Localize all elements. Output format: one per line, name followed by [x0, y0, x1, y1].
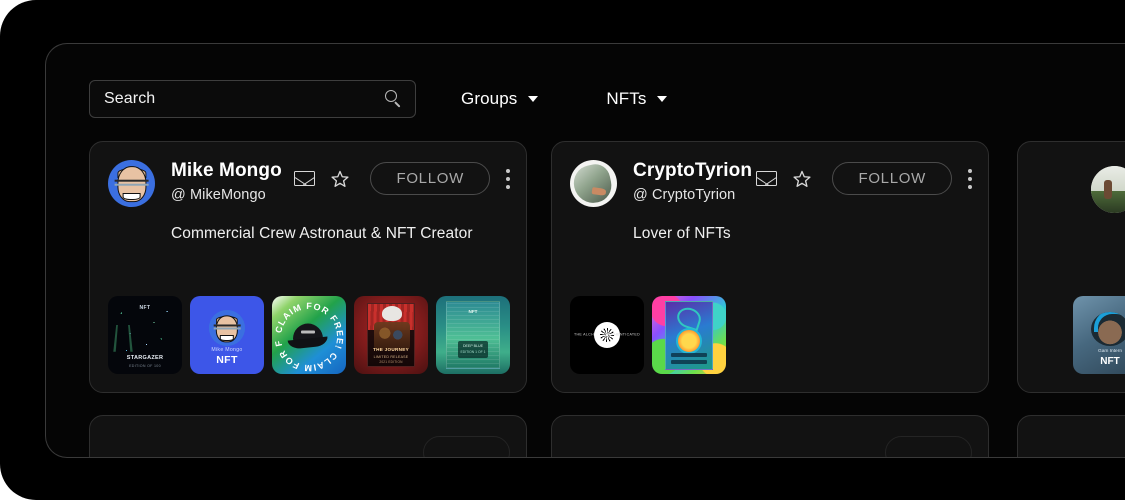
nft-thumbnail-psychedelic-poster[interactable]: [652, 296, 726, 374]
filter-nfts-label: NFTs: [606, 89, 647, 108]
nft-subcaption: EDITION OF 100: [129, 364, 161, 368]
nft-thumbnail-headphones[interactable]: Gam Intern NFT: [1073, 296, 1125, 374]
follow-button[interactable]: [885, 436, 972, 457]
nft-line3: 2021 EDITION: [379, 360, 403, 364]
nft-label: NFT: [139, 305, 151, 311]
nft-avatar-art: [209, 310, 245, 346]
nft-title: THE JOURNEY: [373, 347, 409, 352]
nft-line2: NFT: [216, 354, 238, 366]
nft-thumbnail-black-badge[interactable]: THE ALCHEMIST AUTHENTICATED: [570, 296, 644, 374]
envelope-icon[interactable]: [294, 171, 316, 186]
nft-line1: Mike Mongo: [211, 347, 243, 353]
profile-bio: Lover of NFTs: [633, 225, 731, 242]
nft-line2: LIMITED RELEASE: [373, 355, 409, 359]
profile-card-grid: Mike Mongo @ MikeMongo FOLLOW Commercial…: [89, 141, 1125, 393]
chevron-down-icon: [528, 96, 539, 102]
profile-card[interactable]: [89, 415, 527, 457]
profile-card-actions: FOLLOW: [756, 162, 972, 195]
profile-bio: Commercial Crew Astronaut & NFT Creator: [171, 225, 473, 242]
search-input-value: Search: [104, 90, 156, 107]
nft-line1: Gam Intern: [1098, 349, 1122, 354]
filter-groups[interactable]: Groups: [461, 89, 539, 109]
avatar[interactable]: [108, 160, 155, 207]
profile-identity: Mike Mongo @ MikeMongo: [171, 158, 282, 203]
nft-line2: NFT: [1100, 356, 1120, 367]
nft-thumbnail-space-poster[interactable]: NFT STARGAZER EDITION OF 100: [108, 296, 182, 374]
avatar[interactable]: [570, 160, 617, 207]
kebab-menu-icon[interactable]: [506, 168, 510, 189]
search-icon: [385, 90, 403, 108]
nft-thumbnail-strip: THE ALCHEMIST AUTHENTICATED: [570, 296, 726, 374]
chevron-down-icon: [657, 96, 668, 102]
profile-card[interactable]: Mike Mongo @ MikeMongo FOLLOW Commercial…: [89, 141, 527, 393]
follow-button[interactable]: FOLLOW: [832, 162, 952, 195]
star-icon[interactable]: [792, 169, 812, 189]
filter-groups-label: Groups: [461, 89, 518, 108]
search-input[interactable]: Search: [89, 80, 416, 118]
profile-card[interactable]: Gam Intern NFT: [1017, 141, 1125, 393]
follow-button[interactable]: [423, 436, 510, 457]
profile-handle: @ CryptoTyrion: [633, 186, 736, 203]
nft-thumbnail-strip: NFT STARGAZER EDITION OF 100 Mike Mongo: [108, 296, 510, 374]
profile-card-actions: FOLLOW: [294, 162, 510, 195]
nft-line2: EDITION 1 OF 1: [460, 350, 486, 354]
screen-panel: Search Groups NFTs Mike Mongo @ MikeMong…: [45, 43, 1125, 458]
cap-illustration: [287, 323, 330, 350]
profile-display-name: Mike Mongo: [171, 160, 282, 181]
device-frame: Search Groups NFTs Mike Mongo @ MikeMong…: [0, 0, 1125, 500]
filter-nfts[interactable]: NFTs: [606, 89, 668, 109]
star-icon[interactable]: [330, 169, 350, 189]
profile-card[interactable]: [1017, 415, 1125, 457]
profile-display-name: CryptoTyrion: [633, 160, 753, 181]
toolbar: Search Groups NFTs: [89, 80, 668, 118]
nft-label: NFT: [468, 309, 478, 314]
profile-card[interactable]: [551, 415, 989, 457]
kebab-menu-icon[interactable]: [968, 168, 972, 189]
nft-thumbnail-red-poster[interactable]: THE JOURNEY LIMITED RELEASE 2021 EDITION: [354, 296, 428, 374]
profile-card[interactable]: CryptoTyrion @ CryptoTyrion FOLLOW Lover…: [551, 141, 989, 393]
nft-thumbnail-teal-poster[interactable]: NFT DEEP BLUE EDITION 1 OF 1: [436, 296, 510, 374]
nft-right-text: AUTHENTICATED: [606, 332, 640, 337]
nft-thumbnail-strip: Gam Intern NFT: [1073, 296, 1125, 374]
nft-caption: STARGAZER: [126, 355, 164, 361]
avatar[interactable]: [1091, 166, 1125, 213]
profile-identity: CryptoTyrion @ CryptoTyrion: [633, 158, 752, 203]
nft-thumbnail-mike-mongo[interactable]: Mike Mongo NFT: [190, 296, 264, 374]
profile-handle: @ MikeMongo: [171, 186, 266, 203]
envelope-icon[interactable]: [756, 171, 778, 186]
nft-thumbnail-claim-for-free[interactable]: CLAIM FOR FREE! CLAIM FOR FREE!: [272, 296, 346, 374]
nft-line1: DEEP BLUE: [462, 344, 484, 348]
follow-button[interactable]: FOLLOW: [370, 162, 490, 195]
